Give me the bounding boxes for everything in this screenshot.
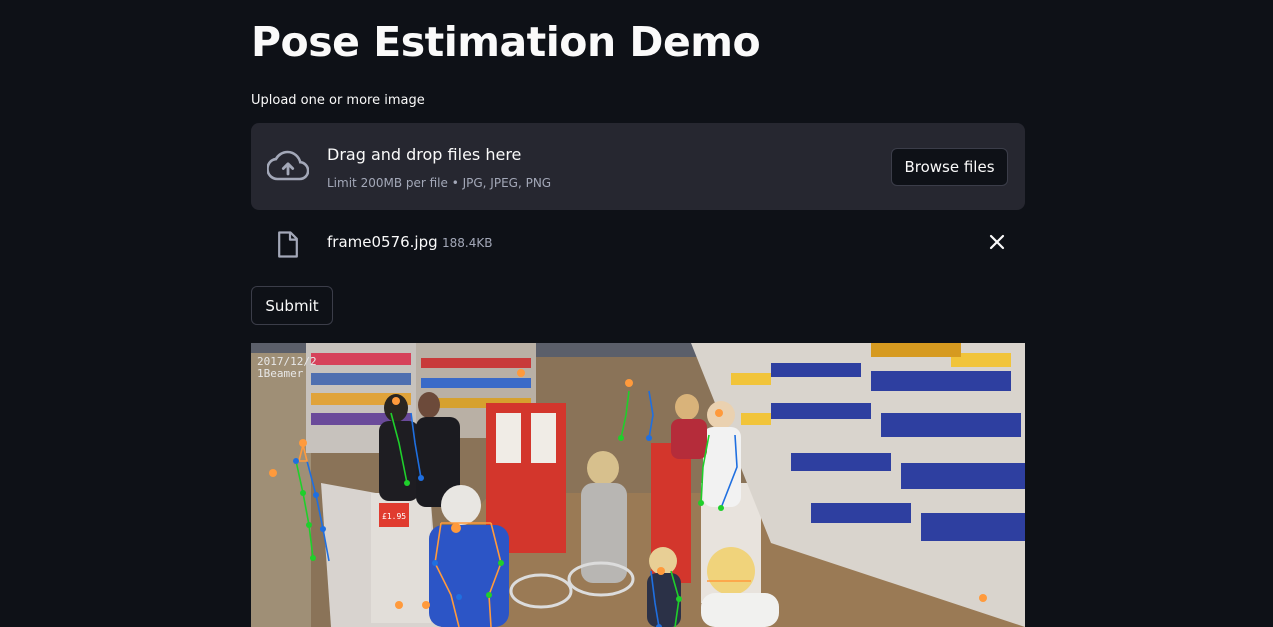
price-tag: £1.95 — [382, 512, 406, 521]
uploaded-file-name: frame0576.jpg — [327, 233, 438, 251]
uploaded-file-size: 188.4KB — [442, 236, 493, 250]
file-dropzone[interactable]: Drag and drop files here Limit 200MB per… — [251, 123, 1025, 210]
browse-files-button[interactable]: Browse files — [891, 148, 1008, 186]
dropzone-limits: Limit 200MB per file • JPG, JPEG, PNG — [327, 176, 552, 190]
cloud-upload-icon — [267, 150, 309, 181]
close-icon[interactable] — [987, 232, 1007, 252]
camera-overlay: 1Beamer — [257, 367, 304, 380]
submit-button[interactable]: Submit — [251, 286, 333, 325]
pose-result-image: £1.95 2017/12/2 1Beamer — [251, 343, 1025, 627]
file-icon — [278, 231, 298, 258]
dropzone-title: Drag and drop files here — [327, 145, 522, 164]
uploader-label: Upload one or more image — [251, 93, 425, 108]
uploaded-file-row: frame0576.jpg 188.4KB — [251, 222, 1025, 266]
page-title: Pose Estimation Demo — [251, 18, 761, 66]
store-scene: £1.95 2017/12/2 1Beamer — [251, 343, 1025, 627]
